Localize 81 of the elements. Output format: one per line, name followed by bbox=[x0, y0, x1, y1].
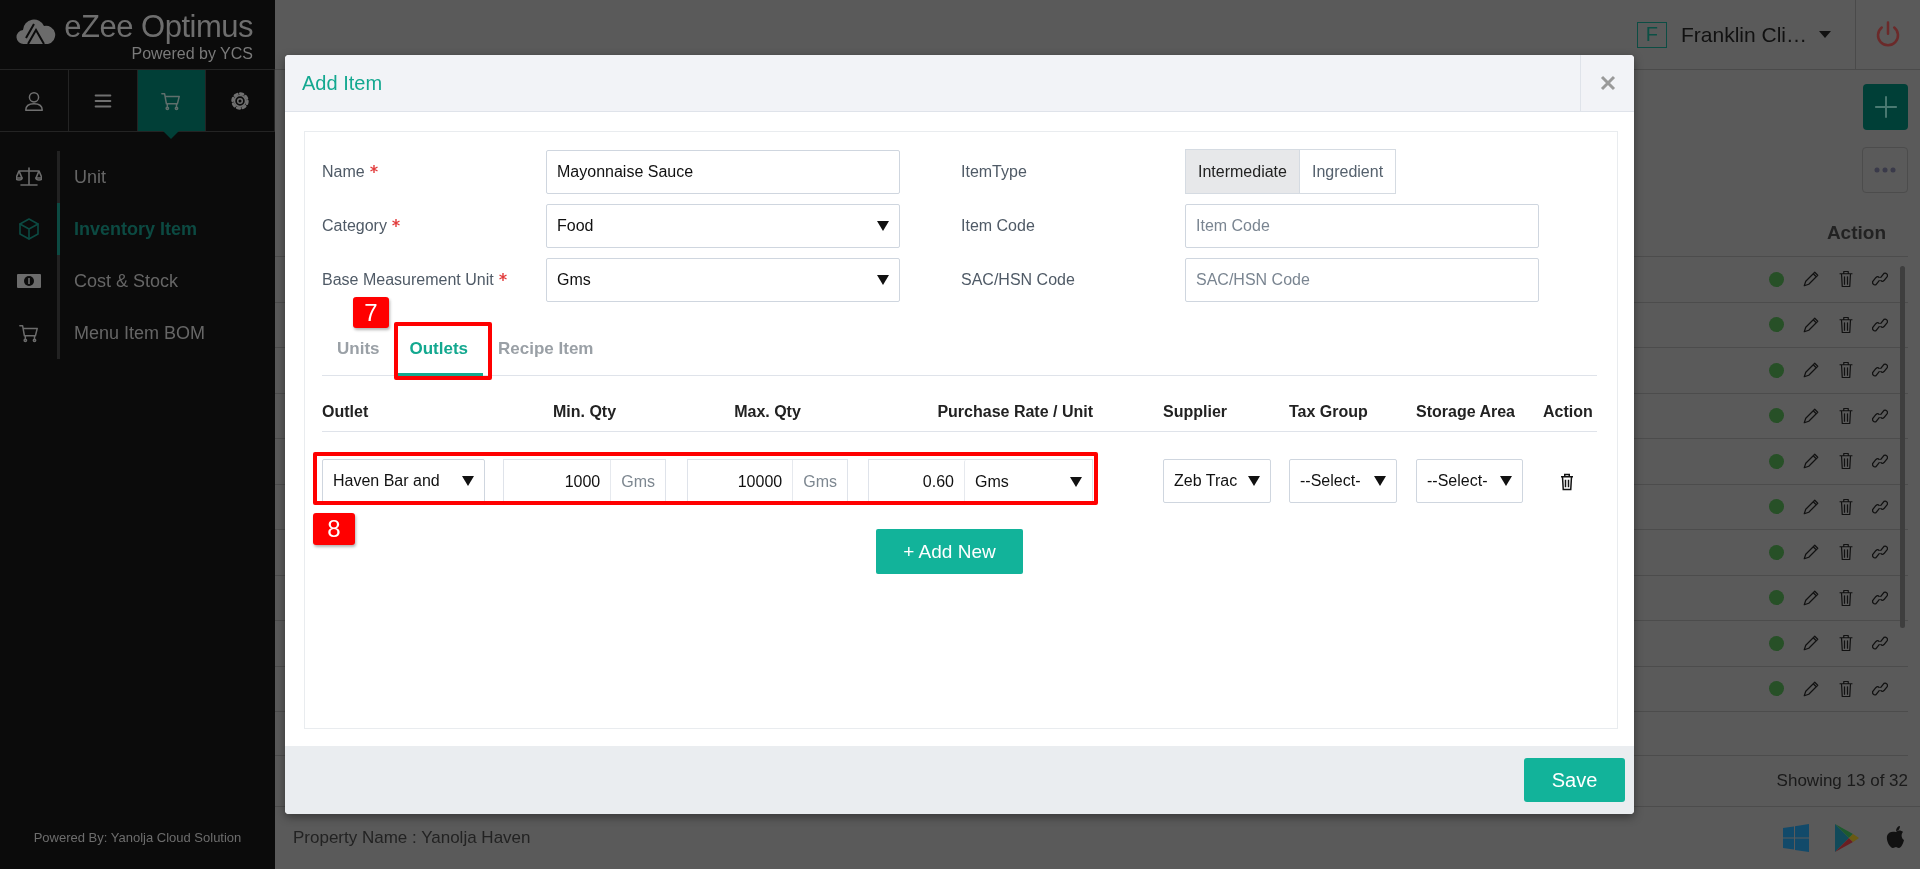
pencil-icon bbox=[1802, 270, 1820, 289]
delete-button[interactable] bbox=[1559, 473, 1575, 491]
trash-icon bbox=[1838, 634, 1854, 653]
segment-button[interactable]: Intermediate bbox=[1185, 149, 1300, 194]
step-badge: 8 bbox=[313, 513, 355, 545]
unit-label: Gms bbox=[610, 460, 665, 504]
trash-icon bbox=[1838, 497, 1854, 516]
pencil-icon bbox=[1802, 543, 1820, 562]
field-label: ItemType bbox=[961, 162, 1028, 181]
segment-button[interactable]: Ingredient bbox=[1299, 149, 1397, 194]
caret-icon bbox=[1374, 476, 1386, 486]
more-icon bbox=[1874, 167, 1896, 173]
powered-by-text: Powered By: Yanolja Cloud Solution bbox=[33, 830, 242, 845]
add-button[interactable] bbox=[1863, 84, 1908, 130]
caret-icon bbox=[1500, 476, 1512, 486]
scrollbar[interactable] bbox=[1900, 266, 1905, 628]
field-label: SAC/HSN Code bbox=[961, 271, 1076, 289]
dropdown[interactable]: Food bbox=[546, 204, 900, 248]
trash-icon bbox=[1838, 452, 1854, 471]
input-field[interactable]: Item Code bbox=[1185, 204, 1539, 248]
trash-icon bbox=[1838, 588, 1854, 607]
pencil-icon bbox=[1802, 634, 1820, 653]
field-label: Category bbox=[322, 217, 387, 235]
dialog-title: Add Item bbox=[302, 71, 383, 95]
unit-label: Gms bbox=[792, 460, 847, 504]
logo-name: eZee Optimus bbox=[64, 10, 253, 44]
dropdown[interactable]: Haven Bar and bbox=[322, 459, 485, 503]
dropdown[interactable]: --Select- bbox=[1289, 459, 1397, 503]
column-header: Tax Group bbox=[1289, 403, 1368, 421]
pencil-icon bbox=[1802, 452, 1820, 471]
close-icon bbox=[1599, 75, 1616, 91]
trash-icon bbox=[1838, 543, 1854, 562]
pencil-icon bbox=[1802, 361, 1820, 380]
pencil-icon bbox=[1802, 679, 1820, 698]
column-header: Purchase Rate / Unit bbox=[937, 403, 1093, 421]
trash-icon bbox=[1838, 406, 1854, 425]
trash-icon bbox=[1838, 679, 1854, 698]
play-store-icon bbox=[1834, 823, 1860, 853]
more-button[interactable] bbox=[1862, 147, 1908, 193]
pencil-icon bbox=[1802, 315, 1820, 334]
field-label: Name bbox=[322, 162, 365, 181]
windows-icon bbox=[1782, 824, 1810, 852]
box-icon bbox=[16, 217, 41, 241]
scale-icon bbox=[15, 166, 42, 188]
trash-icon bbox=[1838, 315, 1854, 334]
caret-icon bbox=[462, 476, 474, 486]
caret-icon bbox=[1819, 31, 1831, 38]
column-header: Storage Area bbox=[1416, 403, 1515, 421]
pagination-text: Showing 13 of 32 bbox=[1776, 771, 1908, 791]
pencil-icon bbox=[1802, 406, 1820, 425]
step-badge: 7 bbox=[353, 297, 389, 328]
banknote-icon bbox=[15, 271, 42, 291]
column-header: Action bbox=[1826, 222, 1886, 244]
settings-icon bbox=[229, 89, 252, 112]
column-header: Outlet bbox=[322, 403, 369, 421]
field-label: Base Measurement Unit bbox=[322, 271, 494, 289]
caret-icon bbox=[877, 221, 889, 231]
pencil-icon bbox=[1802, 497, 1820, 516]
column-header: Min. Qty bbox=[552, 403, 617, 421]
user-icon bbox=[22, 89, 45, 112]
dropdown[interactable]: Gms bbox=[546, 258, 900, 302]
user-initial-badge: F bbox=[1636, 21, 1667, 48]
caret-icon bbox=[877, 275, 889, 285]
column-header: Supplier bbox=[1163, 403, 1227, 421]
caret-icon bbox=[1070, 477, 1082, 487]
caret-icon bbox=[1248, 476, 1260, 486]
column-header: Action bbox=[1543, 403, 1593, 421]
dropdown[interactable]: Zeb Trac bbox=[1163, 459, 1271, 503]
field-label: Item Code bbox=[961, 217, 1036, 235]
cart-icon bbox=[17, 322, 40, 344]
input-field[interactable]: SAC/HSN Code bbox=[1185, 258, 1539, 302]
plus-icon bbox=[1872, 94, 1899, 120]
trash-icon bbox=[1559, 473, 1575, 491]
trash-icon bbox=[1838, 270, 1854, 289]
pencil-icon bbox=[1802, 588, 1820, 607]
input-field[interactable]: Mayonnaise Sauce bbox=[546, 149, 900, 194]
column-header: Max. Qty bbox=[734, 403, 801, 421]
trash-icon bbox=[1838, 361, 1854, 380]
property-name: Property Name : Yanolja Haven bbox=[293, 828, 531, 848]
logo-tagline: Powered by YCS bbox=[131, 44, 253, 64]
dropdown[interactable]: --Select- bbox=[1416, 459, 1523, 503]
